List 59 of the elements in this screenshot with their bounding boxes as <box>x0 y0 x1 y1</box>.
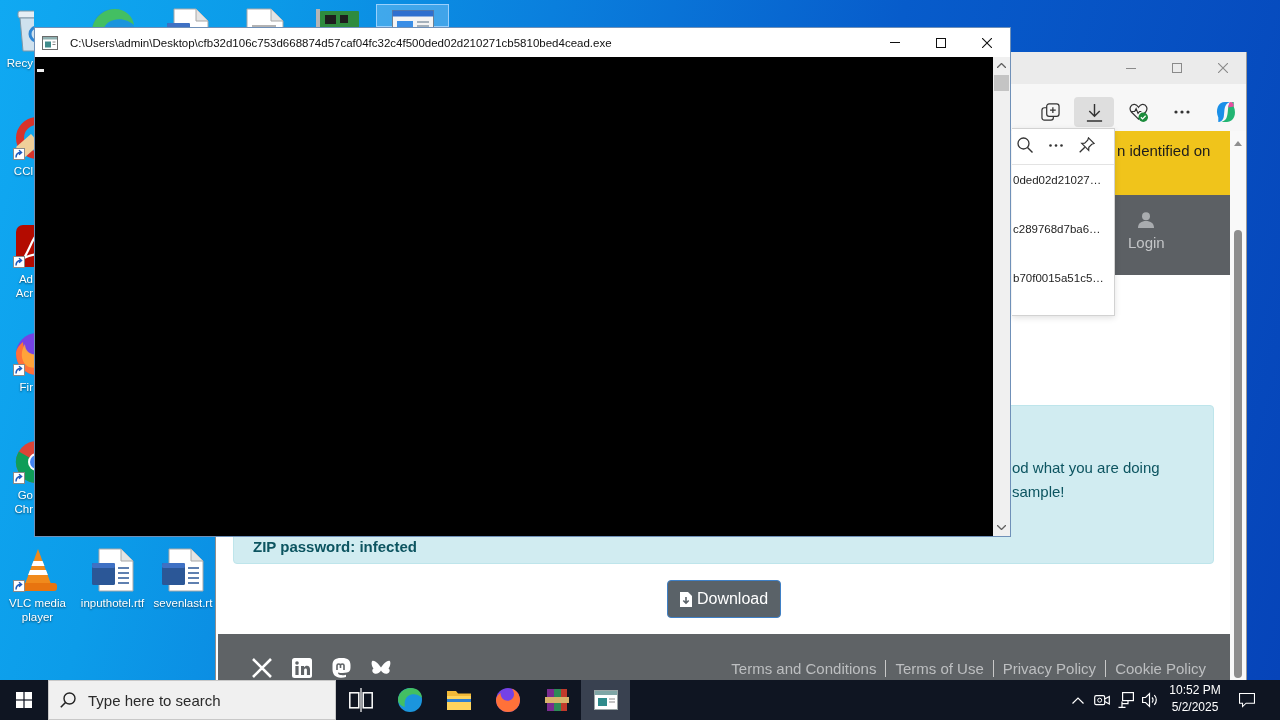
scrollbar-thumb[interactable] <box>994 75 1009 91</box>
linkedin-logo-icon[interactable] <box>291 658 312 678</box>
assistant-logo-icon[interactable] <box>1215 101 1237 123</box>
speaker-icon[interactable] <box>1142 692 1158 708</box>
cursor-icon <box>37 69 44 72</box>
caret-up-icon[interactable] <box>1234 141 1242 146</box>
collections-icon[interactable] <box>1040 102 1060 122</box>
close-icon[interactable] <box>982 37 992 48</box>
console-app-icon <box>42 35 58 50</box>
search-icon[interactable] <box>1017 137 1033 153</box>
x-logo-icon[interactable] <box>252 658 272 678</box>
chevron-up-icon[interactable] <box>1072 696 1084 704</box>
clock-time[interactable]: 10:52 PM <box>1169 682 1221 699</box>
window-title: C:\Users\admin\Desktop\cfb32d106c753d668874d57caf04fc32c4f500ded02d210271cb5810bed4cead.exe <box>70 36 612 49</box>
taskbar-button[interactable] <box>581 680 630 720</box>
pin-icon[interactable] <box>1079 137 1095 153</box>
warning-banner: n identified on <box>1115 131 1230 195</box>
search-field[interactable]: Type here to search <box>48 680 336 720</box>
more-icon[interactable] <box>1049 143 1063 147</box>
caret-down-icon[interactable] <box>997 525 1006 530</box>
search-icon <box>60 692 76 708</box>
password-text: ZIP password: infected <box>253 538 417 555</box>
console-window-icon <box>593 688 618 712</box>
heart-pulse-icon[interactable] <box>1128 102 1148 122</box>
download-item[interactable]: b70f0015a51c5… <box>1012 263 1114 312</box>
circuit-board-icon <box>315 8 360 27</box>
task-view-icon[interactable] <box>348 688 373 712</box>
login-link[interactable]: Login <box>1128 212 1165 252</box>
user-icon <box>1138 212 1155 228</box>
file-download-icon <box>679 591 692 607</box>
archive-books-icon[interactable] <box>544 688 569 712</box>
footer-link[interactable]: Terms and Conditions <box>731 659 877 677</box>
camera-icon[interactable] <box>1094 692 1110 708</box>
notification-icon[interactable] <box>1239 692 1255 708</box>
folder-icon[interactable] <box>446 688 471 712</box>
download-item[interactable]: 0ded02d21027… <box>1012 165 1114 214</box>
download-icon <box>1084 102 1104 122</box>
word-document-icon <box>161 548 205 592</box>
minimize-icon[interactable] <box>1126 67 1136 69</box>
clock-date[interactable]: 5/2/2025 <box>1171 699 1219 716</box>
footer-link[interactable]: Privacy Policy <box>992 659 1097 677</box>
caret-up-icon[interactable] <box>997 63 1006 68</box>
mastodon-logo-icon[interactable] <box>331 658 351 678</box>
footer-link[interactable]: Cookie Policy <box>1105 659 1206 677</box>
windows-logo-icon[interactable] <box>16 692 32 708</box>
download-button[interactable]: Download <box>666 580 782 618</box>
recycle-bin-icon <box>15 8 34 52</box>
scrollbar-thumb[interactable] <box>1234 230 1242 678</box>
alert-text: od what you are doing sample! <box>1012 458 1160 502</box>
broom-app-icon <box>15 116 34 160</box>
network-icon[interactable] <box>1118 692 1134 708</box>
swirl-browser-icon[interactable] <box>397 688 422 712</box>
toolbar-button[interactable] <box>1074 97 1114 127</box>
footer-link[interactable]: Terms of Use <box>885 659 984 677</box>
fox-globe-icon[interactable] <box>495 688 520 712</box>
word-document-icon <box>90 548 135 592</box>
more-icon[interactable] <box>1174 110 1190 114</box>
maximize-icon[interactable] <box>936 37 946 48</box>
download-item[interactable]: c289768d7ba6… <box>1012 214 1114 263</box>
